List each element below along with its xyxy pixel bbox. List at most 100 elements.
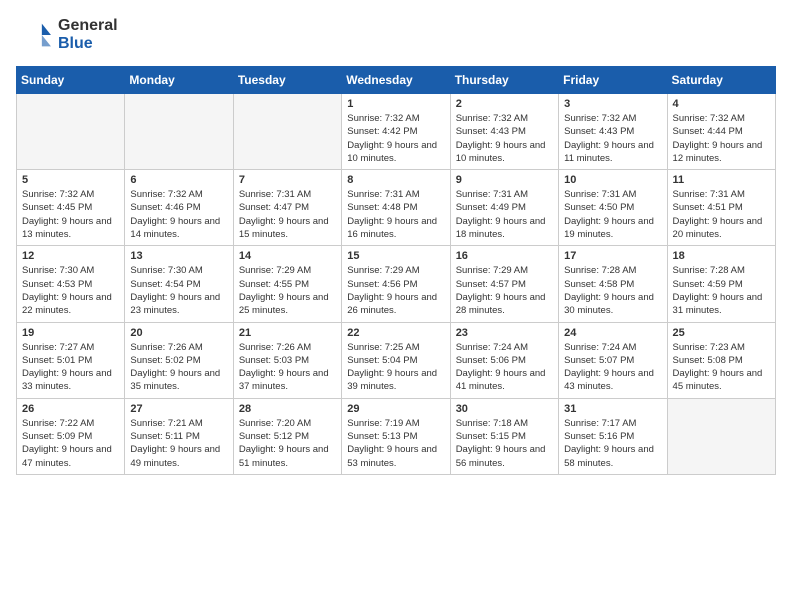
- day-info: Sunrise: 7:20 AMSunset: 5:12 PMDaylight:…: [239, 417, 336, 470]
- weekday-header-friday: Friday: [559, 67, 667, 94]
- calendar-cell: 13 Sunrise: 7:30 AMSunset: 4:54 PMDayligh…: [125, 246, 233, 322]
- calendar-cell: 16 Sunrise: 7:29 AMSunset: 4:57 PMDayligh…: [450, 246, 558, 322]
- day-info: Sunrise: 7:23 AMSunset: 5:08 PMDaylight:…: [673, 341, 770, 394]
- day-info: Sunrise: 7:28 AMSunset: 4:58 PMDaylight:…: [564, 264, 661, 317]
- week-row-3: 12 Sunrise: 7:30 AMSunset: 4:53 PMDayligh…: [17, 246, 776, 322]
- day-info: Sunrise: 7:24 AMSunset: 5:07 PMDaylight:…: [564, 341, 661, 394]
- week-row-1: 1Sunrise: 7:32 AMSunset: 4:42 PMDaylight…: [17, 94, 776, 170]
- day-number: 31: [564, 403, 661, 415]
- day-number: 19: [22, 327, 119, 339]
- calendar-cell: 25 Sunrise: 7:23 AMSunset: 5:08 PMDayligh…: [667, 322, 775, 398]
- day-number: 29: [347, 403, 444, 415]
- day-number: 6: [130, 174, 227, 186]
- calendar-cell: 1Sunrise: 7:32 AMSunset: 4:42 PMDaylight…: [342, 94, 450, 170]
- day-number: 20: [130, 327, 227, 339]
- week-row-4: 19 Sunrise: 7:27 AMSunset: 5:01 PMDayligh…: [17, 322, 776, 398]
- day-number: 4: [673, 98, 770, 110]
- day-info: Sunrise: 7:31 AMSunset: 4:51 PMDaylight:…: [673, 188, 770, 241]
- weekday-header-saturday: Saturday: [667, 67, 775, 94]
- day-number: 21: [239, 327, 336, 339]
- day-info: Sunrise: 7:26 AMSunset: 5:03 PMDaylight:…: [239, 341, 336, 394]
- logo-blue-text: Blue: [58, 35, 118, 53]
- calendar-cell: [233, 94, 341, 170]
- day-number: 12: [22, 250, 119, 262]
- page-header: General Blue: [16, 16, 776, 54]
- week-row-5: 26 Sunrise: 7:22 AMSunset: 5:09 PMDayligh…: [17, 398, 776, 474]
- calendar-cell: 19 Sunrise: 7:27 AMSunset: 5:01 PMDayligh…: [17, 322, 125, 398]
- day-info: Sunrise: 7:18 AMSunset: 5:15 PMDaylight:…: [456, 417, 553, 470]
- calendar-cell: 20 Sunrise: 7:26 AMSunset: 5:02 PMDayligh…: [125, 322, 233, 398]
- weekday-header-thursday: Thursday: [450, 67, 558, 94]
- day-info: Sunrise: 7:32 AMSunset: 4:46 PMDaylight:…: [130, 188, 227, 241]
- day-info: Sunrise: 7:32 AMSunset: 4:42 PMDaylight:…: [347, 112, 444, 165]
- logo-text: General Blue: [58, 17, 118, 52]
- day-number: 13: [130, 250, 227, 262]
- calendar-cell: 23 Sunrise: 7:24 AMSunset: 5:06 PMDayligh…: [450, 322, 558, 398]
- day-info: Sunrise: 7:31 AMSunset: 4:48 PMDaylight:…: [347, 188, 444, 241]
- calendar-cell: [667, 398, 775, 474]
- day-number: 28: [239, 403, 336, 415]
- day-info: Sunrise: 7:30 AMSunset: 4:54 PMDaylight:…: [130, 264, 227, 317]
- week-row-2: 5Sunrise: 7:32 AMSunset: 4:45 PMDaylight…: [17, 170, 776, 246]
- day-info: Sunrise: 7:28 AMSunset: 4:59 PMDaylight:…: [673, 264, 770, 317]
- day-info: Sunrise: 7:32 AMSunset: 4:45 PMDaylight:…: [22, 188, 119, 241]
- day-number: 18: [673, 250, 770, 262]
- day-info: Sunrise: 7:25 AMSunset: 5:04 PMDaylight:…: [347, 341, 444, 394]
- calendar-cell: 15Sunrise: 7:29 AMSunset: 4:56 PMDayligh…: [342, 246, 450, 322]
- calendar-cell: 12 Sunrise: 7:30 AMSunset: 4:53 PMDayligh…: [17, 246, 125, 322]
- logo-svg: [16, 16, 54, 54]
- day-info: Sunrise: 7:29 AMSunset: 4:57 PMDaylight:…: [456, 264, 553, 317]
- day-number: 23: [456, 327, 553, 339]
- day-number: 17: [564, 250, 661, 262]
- calendar-cell: 27 Sunrise: 7:21 AMSunset: 5:11 PMDayligh…: [125, 398, 233, 474]
- day-number: 9: [456, 174, 553, 186]
- day-number: 14: [239, 250, 336, 262]
- day-info: Sunrise: 7:22 AMSunset: 5:09 PMDaylight:…: [22, 417, 119, 470]
- calendar-cell: 28 Sunrise: 7:20 AMSunset: 5:12 PMDayligh…: [233, 398, 341, 474]
- day-info: Sunrise: 7:30 AMSunset: 4:53 PMDaylight:…: [22, 264, 119, 317]
- day-info: Sunrise: 7:17 AMSunset: 5:16 PMDaylight:…: [564, 417, 661, 470]
- calendar-cell: 22Sunrise: 7:25 AMSunset: 5:04 PMDayligh…: [342, 322, 450, 398]
- logo: General Blue: [16, 16, 118, 54]
- day-info: Sunrise: 7:31 AMSunset: 4:49 PMDaylight:…: [456, 188, 553, 241]
- day-info: Sunrise: 7:31 AMSunset: 4:47 PMDaylight:…: [239, 188, 336, 241]
- weekday-header-row: SundayMondayTuesdayWednesdayThursdayFrid…: [17, 67, 776, 94]
- calendar-cell: 14 Sunrise: 7:29 AMSunset: 4:55 PMDayligh…: [233, 246, 341, 322]
- calendar-cell: 31 Sunrise: 7:17 AMSunset: 5:16 PMDayligh…: [559, 398, 667, 474]
- calendar-cell: 9 Sunrise: 7:31 AMSunset: 4:49 PMDaylight…: [450, 170, 558, 246]
- day-number: 25: [673, 327, 770, 339]
- calendar-cell: 8 Sunrise: 7:31 AMSunset: 4:48 PMDaylight…: [342, 170, 450, 246]
- calendar-cell: 4 Sunrise: 7:32 AMSunset: 4:44 PMDaylight…: [667, 94, 775, 170]
- day-number: 15: [347, 250, 444, 262]
- day-number: 26: [22, 403, 119, 415]
- calendar-cell: 17 Sunrise: 7:28 AMSunset: 4:58 PMDayligh…: [559, 246, 667, 322]
- day-info: Sunrise: 7:27 AMSunset: 5:01 PMDaylight:…: [22, 341, 119, 394]
- calendar-cell: 21 Sunrise: 7:26 AMSunset: 5:03 PMDayligh…: [233, 322, 341, 398]
- day-number: 10: [564, 174, 661, 186]
- calendar-cell: 26 Sunrise: 7:22 AMSunset: 5:09 PMDayligh…: [17, 398, 125, 474]
- weekday-header-monday: Monday: [125, 67, 233, 94]
- weekday-header-sunday: Sunday: [17, 67, 125, 94]
- day-info: Sunrise: 7:31 AMSunset: 4:50 PMDaylight:…: [564, 188, 661, 241]
- day-info: Sunrise: 7:21 AMSunset: 5:11 PMDaylight:…: [130, 417, 227, 470]
- day-number: 8: [347, 174, 444, 186]
- day-info: Sunrise: 7:29 AMSunset: 4:55 PMDaylight:…: [239, 264, 336, 317]
- calendar-cell: 6 Sunrise: 7:32 AMSunset: 4:46 PMDaylight…: [125, 170, 233, 246]
- calendar-cell: 24Sunrise: 7:24 AMSunset: 5:07 PMDayligh…: [559, 322, 667, 398]
- day-number: 11: [673, 174, 770, 186]
- weekday-header-wednesday: Wednesday: [342, 67, 450, 94]
- calendar-cell: 5Sunrise: 7:32 AMSunset: 4:45 PMDaylight…: [17, 170, 125, 246]
- day-number: 27: [130, 403, 227, 415]
- day-info: Sunrise: 7:26 AMSunset: 5:02 PMDaylight:…: [130, 341, 227, 394]
- calendar-cell: [125, 94, 233, 170]
- calendar-cell: 3Sunrise: 7:32 AMSunset: 4:43 PMDaylight…: [559, 94, 667, 170]
- day-number: 30: [456, 403, 553, 415]
- calendar-table: SundayMondayTuesdayWednesdayThursdayFrid…: [16, 66, 776, 475]
- day-info: Sunrise: 7:32 AMSunset: 4:44 PMDaylight:…: [673, 112, 770, 165]
- logo-general-text: General: [58, 17, 118, 35]
- calendar-cell: 11 Sunrise: 7:31 AMSunset: 4:51 PMDayligh…: [667, 170, 775, 246]
- calendar-cell: 2Sunrise: 7:32 AMSunset: 4:43 PMDaylight…: [450, 94, 558, 170]
- day-number: 16: [456, 250, 553, 262]
- calendar-cell: 10 Sunrise: 7:31 AMSunset: 4:50 PMDayligh…: [559, 170, 667, 246]
- day-info: Sunrise: 7:24 AMSunset: 5:06 PMDaylight:…: [456, 341, 553, 394]
